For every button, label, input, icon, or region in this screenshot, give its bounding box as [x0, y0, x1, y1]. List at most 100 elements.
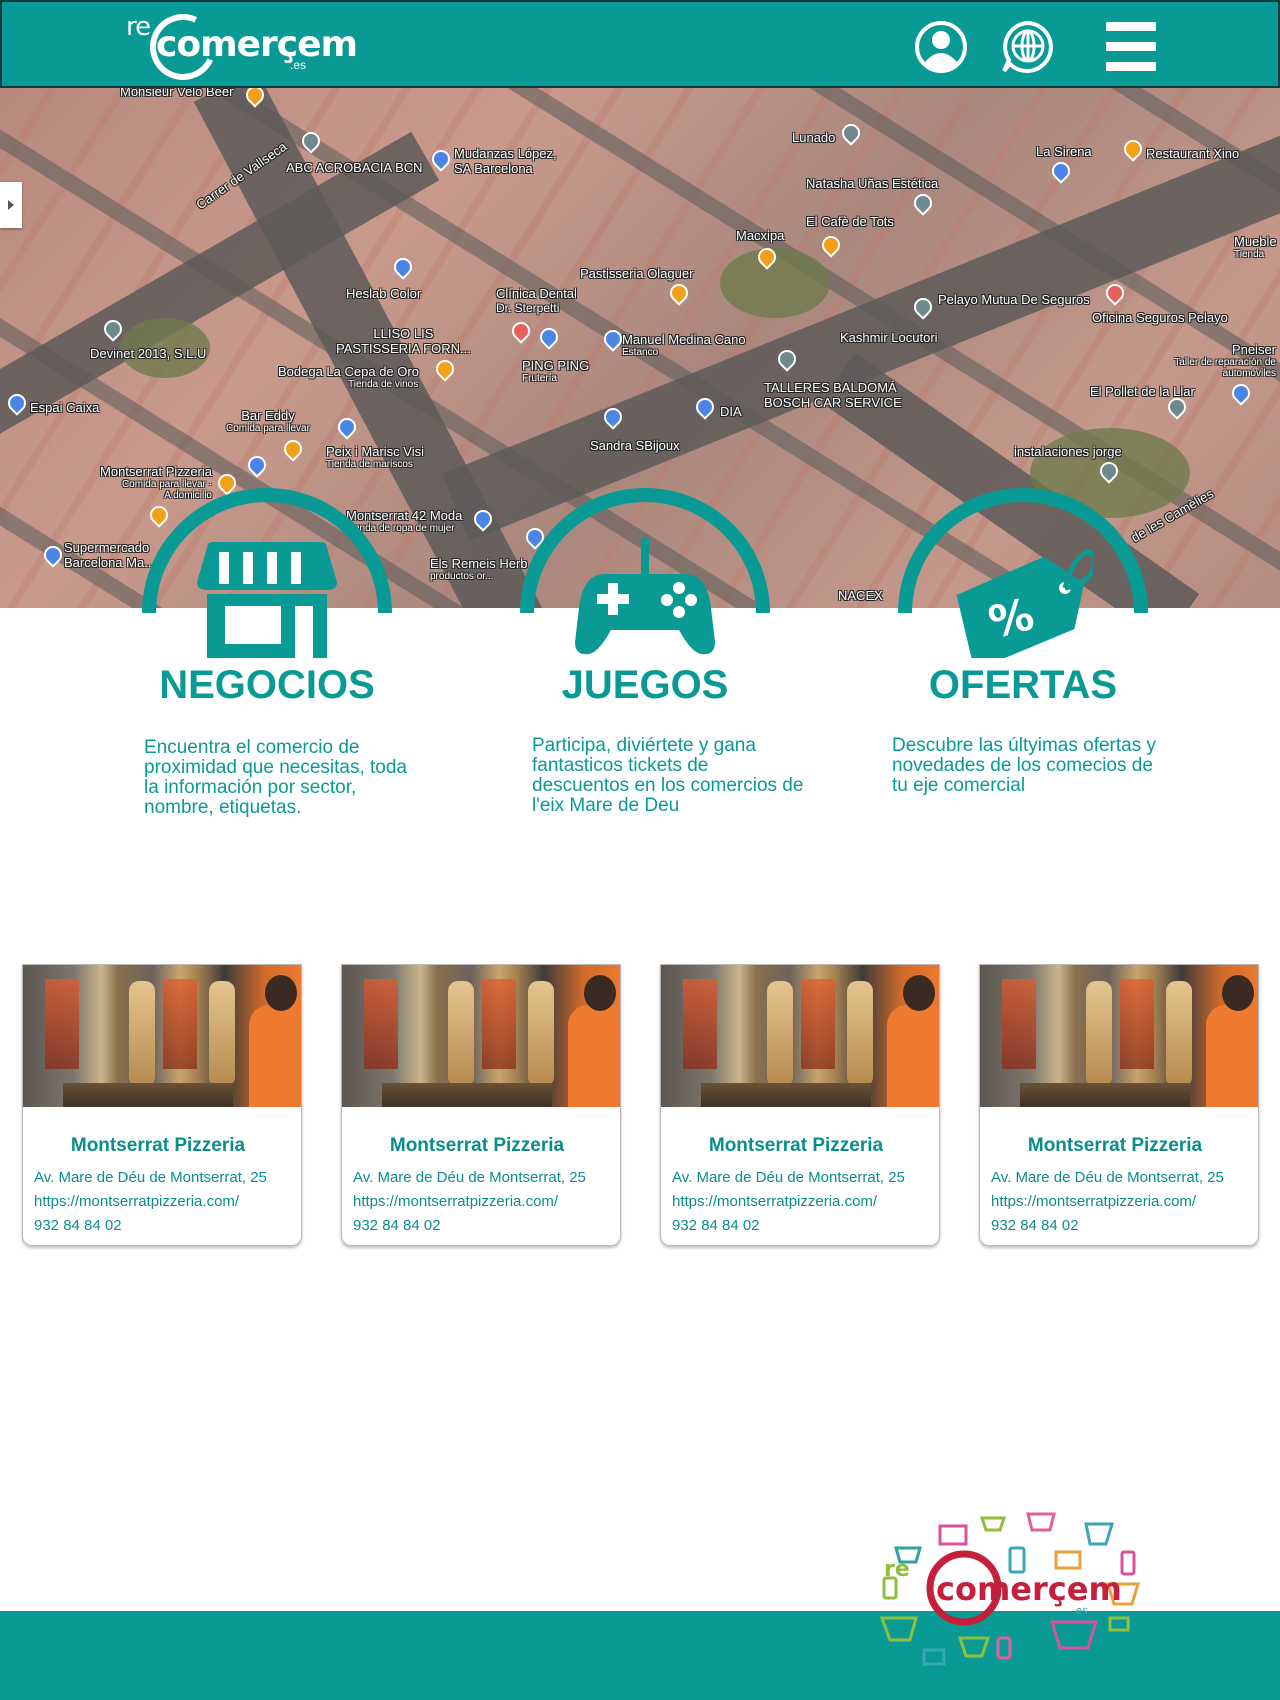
feature-description-line: Encuentra el comercio de: [144, 737, 360, 758]
business-photo[interactable]: [342, 965, 620, 1107]
business-phone[interactable]: 932 84 84 02: [991, 1217, 1079, 1234]
business-address: Av. Mare de Déu de Montserrat, 25: [672, 1169, 905, 1186]
photo-detail: [129, 981, 155, 1087]
menu-bar: [1106, 22, 1156, 31]
feature-description-line: fantasticos tickets de: [532, 755, 709, 776]
map-label: Pelayo Mutua De Seguros: [938, 292, 1090, 307]
map-pin-icon[interactable]: [298, 128, 324, 154]
footer-logo-tld: .es: [1072, 1604, 1088, 1617]
map-label: Peix i Marisc Visi Tienda de mariscos: [326, 444, 424, 470]
map-label-sub: Tienda de mariscos: [326, 459, 413, 470]
business-phone[interactable]: 932 84 84 02: [34, 1217, 122, 1234]
map-label: Supermercado Barcelona Ma...: [64, 540, 155, 570]
feature-description-line: proximidad que necesitas, toda: [144, 757, 407, 778]
map-label: Espai Caixa: [30, 400, 100, 415]
map-label-sub: Comida para llevar · A domicilio: [121, 479, 212, 501]
map-pin-icon[interactable]: [1120, 136, 1146, 162]
map-pin-icon[interactable]: [146, 502, 172, 528]
photo-detail: [903, 975, 935, 1011]
map-pin-icon[interactable]: [666, 280, 692, 306]
map-pin-icon[interactable]: [508, 318, 534, 344]
map-side-panel-toggle[interactable]: [0, 182, 22, 228]
map-label: Oficina Seguros Pelayo: [1092, 310, 1228, 325]
business-name[interactable]: Montserrat Pizzeria: [980, 1135, 1250, 1157]
business-card[interactable]: Montserrat Pizzeria Av. Mare de Déu de M…: [341, 964, 621, 1246]
business-name[interactable]: Montserrat Pizzeria: [342, 1135, 612, 1157]
business-phone[interactable]: 932 84 84 02: [353, 1217, 441, 1234]
map-pin-icon[interactable]: [838, 120, 864, 146]
map-pin-icon[interactable]: [1102, 280, 1128, 306]
map-label-text: Bodega La Cepa de Oro: [278, 364, 419, 379]
map-label-sub: Comida para llevar: [226, 423, 310, 434]
map-label-sub: PASTISSERIA FORN...: [336, 341, 471, 356]
map-pin-icon[interactable]: [40, 542, 66, 568]
photo-detail: [1020, 1083, 1190, 1107]
business-website-link[interactable]: https://montserratpizzeria.com/: [353, 1193, 558, 1210]
map-pin-icon[interactable]: [280, 436, 306, 462]
site-header: re comerçem .es: [0, 0, 1280, 90]
business-card[interactable]: Montserrat Pizzeria Av. Mare de Déu de M…: [660, 964, 940, 1246]
map-label: Pneiser Taller de reparación de automóvil…: [1166, 342, 1276, 379]
business-card[interactable]: Montserrat Pizzeria Av. Mare de Déu de M…: [979, 964, 1259, 1246]
map-label: TALLERES BALDOMÁ BOSCH CAR SERVICE: [764, 380, 902, 410]
map-label: El Pollet de la Llar: [1090, 384, 1195, 399]
map-label: El Cafè de Tots: [806, 214, 894, 229]
map-label-text: Mudanzas López,: [454, 146, 557, 161]
business-phone[interactable]: 932 84 84 02: [672, 1217, 760, 1234]
map-label: Clínica Dental Dr. Sterpetti: [496, 286, 577, 315]
photo-detail: [482, 979, 516, 1069]
discount-tag-icon: %: [956, 549, 1093, 658]
photo-detail: [209, 981, 235, 1087]
user-account-button[interactable]: [914, 20, 968, 74]
feature-description: Descubre las últyimas ofertas y novedade…: [892, 736, 1192, 796]
map-pin-icon[interactable]: [910, 190, 936, 216]
feature-title: JUEGOS: [561, 663, 729, 707]
map-pin-icon[interactable]: [536, 324, 562, 350]
map-label: Lunado: [792, 130, 836, 145]
map-label-text: Els Remeis Herb: [430, 556, 528, 571]
map-label: Sandra SBijoux: [590, 438, 680, 453]
map-label: Devinet 2013, S.L.U: [90, 346, 207, 361]
map-label: PING PING Frutería: [522, 358, 589, 384]
menu-bar: [1106, 62, 1156, 71]
map-label-text: PING PING: [522, 358, 590, 373]
map-label: Pastisseria Olaguer: [580, 266, 694, 281]
map-pin-icon[interactable]: [244, 452, 270, 478]
shopping-icons-cluster-icon: re comerçem .es: [879, 1512, 1141, 1666]
business-website-link[interactable]: https://montserratpizzeria.com/: [34, 1193, 239, 1210]
business-photo[interactable]: [980, 965, 1258, 1107]
map-pin-icon[interactable]: [334, 414, 360, 440]
map-pin-icon[interactable]: [818, 232, 844, 258]
map-label-text: Manuel Medina Cano: [622, 332, 746, 347]
footer-logo-word: comerçem: [936, 1570, 1122, 1608]
map-label: Montserrat Pizzeria Comida para llevar · …: [60, 464, 212, 501]
map-label: Heslab Color: [346, 286, 422, 301]
business-photo[interactable]: [661, 965, 939, 1107]
business-card[interactable]: Montserrat Pizzeria Av. Mare de Déu de M…: [22, 964, 302, 1246]
logo-word: comerçem: [156, 24, 358, 65]
feature-description-line: descuentos en los comercios de: [532, 775, 804, 796]
map-pin-icon[interactable]: [1228, 380, 1254, 406]
photo-detail: [683, 979, 717, 1069]
feature-description: Participa, diviértete y gana fantasticos…: [532, 736, 832, 816]
map-label-text: TALLERES BALDOMÁ: [764, 380, 897, 395]
footer-logo[interactable]: re comerçem .es: [876, 1500, 1156, 1680]
business-photo[interactable]: [23, 965, 301, 1107]
map-label: Kashmir Locutori: [840, 330, 938, 345]
map-label: DIA: [720, 404, 742, 419]
photo-detail: [1166, 981, 1192, 1087]
map-label: Monsieur Velo Beer: [120, 88, 234, 99]
business-website-link[interactable]: https://montserratpizzeria.com/: [672, 1193, 877, 1210]
map-pin-icon[interactable]: [390, 254, 416, 280]
map-label-text: Montserrat Pizzeria: [100, 464, 212, 479]
business-address: Av. Mare de Déu de Montserrat, 25: [991, 1169, 1224, 1186]
business-website-link[interactable]: https://montserratpizzeria.com/: [991, 1193, 1196, 1210]
language-button[interactable]: [1000, 20, 1054, 74]
map-pin-icon[interactable]: [432, 356, 458, 382]
hamburger-menu-button[interactable]: [1102, 20, 1158, 74]
business-name[interactable]: Montserrat Pizzeria: [23, 1135, 293, 1157]
business-name[interactable]: Montserrat Pizzeria: [661, 1135, 931, 1157]
map-pin-icon[interactable]: [1048, 158, 1074, 184]
header-logo[interactable]: re comerçem .es: [126, 4, 358, 90]
photo-detail: [847, 981, 873, 1087]
